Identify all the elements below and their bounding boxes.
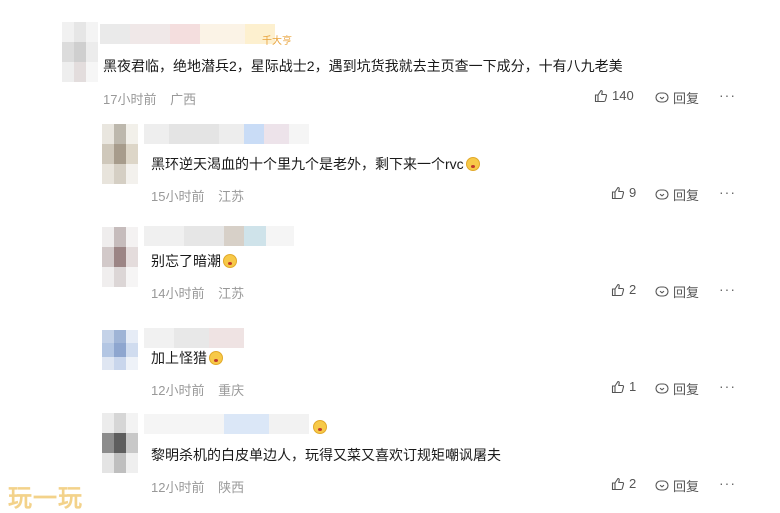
like-count: 2 (629, 476, 637, 491)
tongue-out-emoji-icon (209, 351, 223, 365)
like-count: 140 (612, 88, 634, 103)
comment-time: 14小时前 (151, 286, 205, 301)
reply-label: 回复 (673, 285, 700, 300)
astonished-emoji-icon (465, 157, 480, 171)
avatar[interactable] (102, 227, 138, 287)
comment-text: 黑环逆天渴血的十个里九个是老外，剩下来一个rvc (151, 154, 480, 174)
comment-text-content: 黑环逆天渴血的十个里九个是老外，剩下来一个rvc (151, 156, 464, 172)
like-count: 9 (629, 185, 637, 200)
comment-location: 广西 (170, 92, 197, 107)
more-options-icon[interactable]: ··· (719, 378, 736, 394)
reply-label: 回复 (673, 188, 700, 203)
avatar[interactable] (102, 330, 138, 370)
reply-button[interactable]: 回复 (655, 185, 699, 204)
comment-text-content: 别忘了暗潮 (151, 253, 221, 269)
comment-text: 加上怪猎 (151, 348, 223, 368)
reply-bubble-icon (655, 285, 669, 297)
avatar[interactable] (102, 413, 138, 473)
reply-bubble-icon (655, 382, 669, 394)
comment-location: 陕西 (218, 480, 245, 495)
comment-text-content: 加上怪猎 (151, 350, 207, 366)
comment-meta: 12小时前 重庆 (151, 380, 244, 399)
like-button[interactable]: 1 (611, 379, 636, 394)
reply-bubble-icon (655, 188, 669, 200)
comment-meta: 14小时前 江苏 (151, 283, 244, 302)
comment-location: 江苏 (218, 286, 245, 301)
like-button[interactable]: 2 (611, 476, 636, 491)
more-options-icon[interactable]: ··· (719, 475, 736, 491)
reply-button[interactable]: 回复 (655, 88, 699, 107)
more-options-icon[interactable]: ··· (719, 184, 736, 200)
comment-meta: 17小时前 广西 (103, 89, 196, 108)
username-blurred[interactable] (144, 328, 244, 348)
thumbs-up-icon (611, 283, 625, 296)
comment-time: 12小时前 (151, 383, 205, 398)
avatar[interactable] (62, 22, 98, 82)
thumbs-up-icon (611, 380, 625, 393)
reply-label: 回复 (673, 479, 700, 494)
reply-label: 回复 (673, 382, 700, 397)
comment-text-content: 黎明杀机的白皮单边人，玩得又菜又喜欢订规矩嘲讽屠夫 (151, 447, 501, 463)
user-badge-emoji-icon (313, 420, 327, 434)
like-button[interactable]: 9 (611, 185, 636, 200)
astonished-emoji-icon (223, 254, 237, 268)
more-options-icon[interactable]: ··· (719, 87, 736, 103)
thumbs-up-icon (594, 89, 608, 102)
comment-text: 黎明杀机的白皮单边人，玩得又菜又喜欢订规矩嘲讽屠夫 (151, 445, 501, 465)
username-blurred[interactable] (100, 24, 275, 44)
thumbs-up-icon (611, 186, 625, 199)
username-blurred[interactable] (144, 124, 309, 144)
like-button[interactable]: 140 (594, 88, 634, 103)
reply-button[interactable]: 回复 (655, 282, 699, 301)
site-watermark-logo: 玩一玩 (8, 485, 83, 512)
thumbs-up-icon (611, 477, 625, 490)
comment-meta: 15小时前 江苏 (151, 186, 244, 205)
username-blurred[interactable] (144, 226, 294, 246)
like-count: 1 (629, 379, 637, 394)
username-blurred[interactable] (144, 414, 309, 434)
reply-label: 回复 (673, 91, 700, 106)
user-level-badge: 千大亨 (262, 36, 292, 47)
comment-time: 12小时前 (151, 480, 205, 495)
avatar[interactable] (102, 124, 138, 184)
comment-location: 重庆 (218, 383, 245, 398)
reply-bubble-icon (655, 479, 669, 491)
reply-button[interactable]: 回复 (655, 379, 699, 398)
reply-button[interactable]: 回复 (655, 476, 699, 495)
like-count: 2 (629, 282, 637, 297)
comment-text-content: 黑夜君临，绝地潜兵2，星际战士2，遇到坑货我就去主页查一下成分，十有八九老美 (103, 58, 623, 74)
comment-text: 黑夜君临，绝地潜兵2，星际战士2，遇到坑货我就去主页查一下成分，十有八九老美 (103, 56, 623, 76)
more-options-icon[interactable]: ··· (719, 281, 736, 297)
comment-time: 15小时前 (151, 189, 205, 204)
reply-bubble-icon (655, 91, 669, 103)
comment-text: 别忘了暗潮 (151, 251, 237, 271)
comment-location: 江苏 (218, 189, 245, 204)
comment-meta: 12小时前 陕西 (151, 477, 244, 496)
like-button[interactable]: 2 (611, 282, 636, 297)
comment-time: 17小时前 (103, 92, 157, 107)
